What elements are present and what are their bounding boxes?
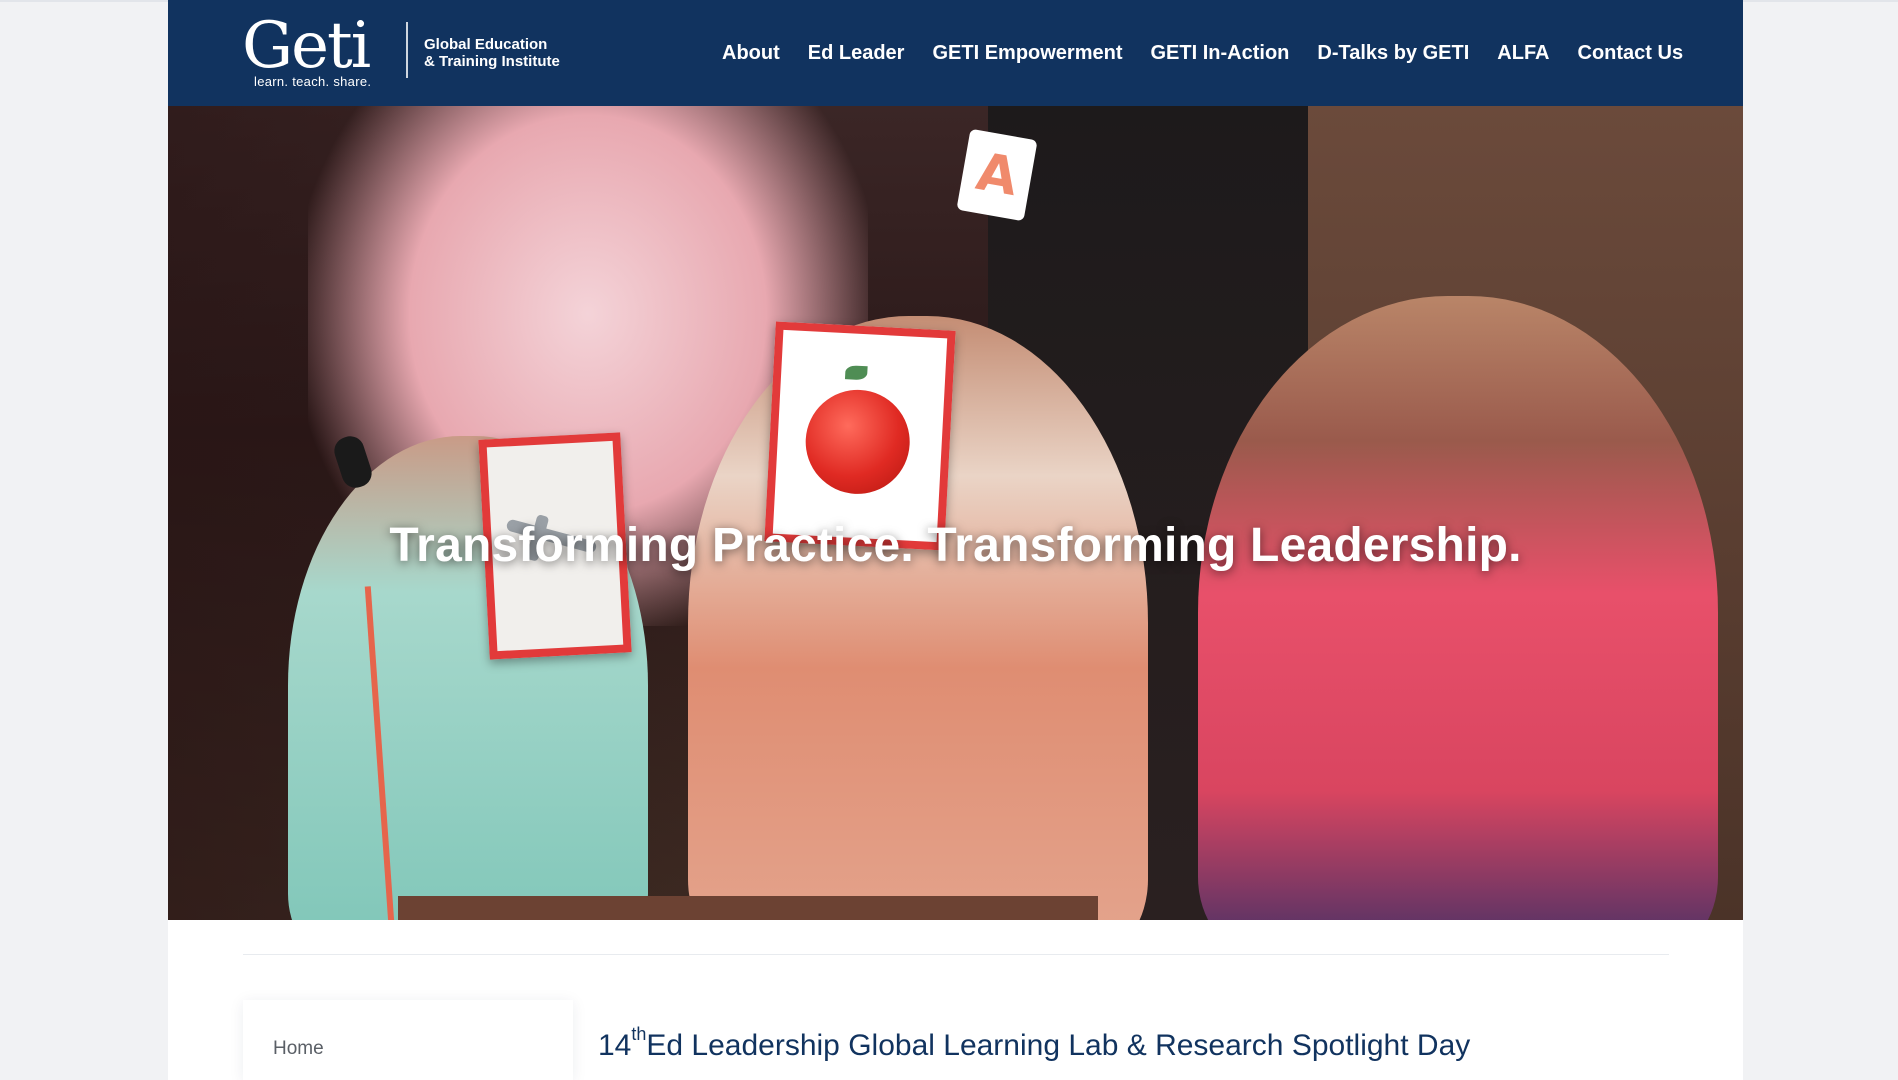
content-divider [243,954,1669,955]
nav-geti-empowerment[interactable]: GETI Empowerment [918,42,1136,65]
logo-name-line2: & Training Institute [424,53,560,70]
nav-geti-in-action[interactable]: GETI In-Action [1137,42,1304,65]
post-title-number: 14 [598,1029,632,1062]
logo-institute-name: Global Education & Training Institute [424,36,560,70]
hero-banner: A Transforming Practice. Transforming Le… [168,106,1743,920]
apple-flashcard [764,321,956,551]
logo-tagline: learn. teach. share. [254,74,372,89]
site-logo[interactable]: Geti learn. teach. share. Global Educati… [242,14,560,94]
post-title-ordinal: th [631,1024,647,1044]
nav-d-talks[interactable]: D-Talks by GETI [1303,42,1483,65]
site-header: Geti learn. teach. share. Global Educati… [168,0,1743,106]
sidebar-menu: Home [243,1000,573,1080]
letter-a-flashcard: A [956,128,1038,222]
nav-about[interactable]: About [708,42,794,65]
nav-alfa[interactable]: ALFA [1483,42,1563,65]
hero-table [398,896,1098,920]
hero-headline: Transforming Practice. Transforming Lead… [389,519,1522,572]
apple-icon [803,387,913,497]
post-title: 14thEd Leadership Global Learning Lab & … [598,1024,1471,1063]
post-title-text: Ed Leadership Global Learning Lab & Rese… [646,1029,1471,1062]
logo-divider [406,22,408,78]
sidebar-item-home[interactable]: Home [273,1038,324,1060]
logo-mark: Geti learn. teach. share. [242,14,392,94]
logo-name-line1: Global Education [424,36,548,53]
nav-ed-leader[interactable]: Ed Leader [794,42,919,65]
page: Geti learn. teach. share. Global Educati… [168,0,1743,1080]
main-nav: About Ed Leader GETI Empowerment GETI In… [708,0,1697,106]
hero-person-right [1198,296,1718,920]
apple-leaf-icon [844,365,868,381]
logo-wordmark: Geti [242,9,371,83]
nav-contact-us[interactable]: Contact Us [1564,42,1698,65]
